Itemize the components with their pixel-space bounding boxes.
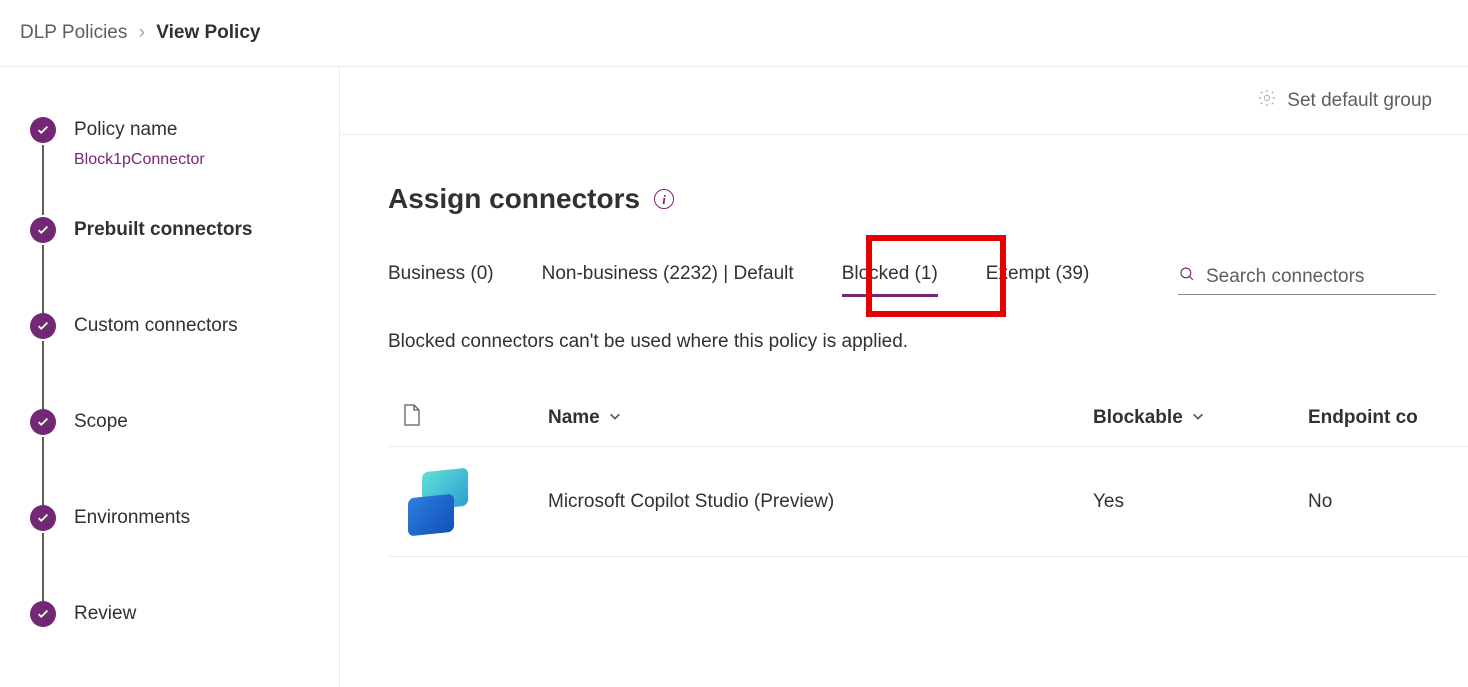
- connector-logo: [402, 466, 482, 538]
- step-sublabel: Block1pConnector: [74, 151, 339, 169]
- breadcrumb-parent-link[interactable]: DLP Policies: [20, 22, 127, 43]
- chevron-right-icon: ›: [139, 22, 145, 43]
- info-icon[interactable]: i: [654, 189, 674, 209]
- search-connectors-field[interactable]: [1178, 265, 1436, 295]
- breadcrumb-current: View Policy: [156, 22, 260, 43]
- search-input[interactable]: [1206, 266, 1451, 288]
- check-icon: [30, 313, 56, 339]
- main-content: Set default group Assign connectors i Bu…: [340, 67, 1468, 687]
- breadcrumb: DLP Policies › View Policy: [0, 0, 1468, 67]
- chevron-down-icon: [608, 407, 622, 429]
- step-connector: [42, 145, 44, 215]
- tab[interactable]: Business (0): [388, 263, 494, 297]
- check-icon: [30, 409, 56, 435]
- check-icon: [30, 601, 56, 627]
- column-header-endpoint[interactable]: Endpoint co: [1308, 407, 1468, 429]
- step-label: Policy name: [74, 117, 339, 143]
- toolbar: Set default group: [340, 67, 1468, 135]
- step-label: Environments: [74, 505, 339, 531]
- search-icon: [1178, 265, 1196, 288]
- document-icon: [402, 414, 422, 431]
- check-icon: [30, 505, 56, 531]
- page-title: Assign connectors i: [388, 183, 1468, 215]
- wizard-step[interactable]: Scope: [30, 409, 339, 457]
- step-connector: [42, 437, 44, 507]
- check-icon: [30, 217, 56, 243]
- step-connector: [42, 533, 44, 603]
- step-label: Scope: [74, 409, 339, 435]
- check-icon: [30, 117, 56, 143]
- tab[interactable]: Non-business (2232) | Default: [542, 263, 794, 297]
- tab[interactable]: Blocked (1): [842, 263, 938, 297]
- tab[interactable]: Exempt (39): [986, 263, 1089, 297]
- wizard-steps-sidebar: Policy name Block1pConnector Prebuilt conn…: [0, 67, 340, 687]
- cell-endpoint: No: [1308, 491, 1468, 513]
- tabs-row: Business (0) Non-business (2232) | Defaul…: [388, 263, 1468, 297]
- cell-name: Microsoft Copilot Studio (Preview): [548, 491, 1093, 513]
- column-header-name[interactable]: Name: [548, 407, 1093, 429]
- set-default-group-label: Set default group: [1287, 90, 1432, 112]
- step-label: Review: [74, 601, 339, 627]
- wizard-step[interactable]: Policy name Block1pConnector: [30, 117, 339, 169]
- step-label: Prebuilt connectors: [74, 217, 339, 243]
- wizard-step[interactable]: Environments: [30, 505, 339, 553]
- connectors-table: Name Blockable Endpoint co Microsoft Cop…: [388, 389, 1468, 557]
- tab-description: Blocked connectors can't be used where t…: [388, 331, 1468, 353]
- chevron-down-icon: [1191, 407, 1205, 429]
- table-row[interactable]: Microsoft Copilot Studio (Preview)YesNo: [388, 447, 1468, 557]
- wizard-step[interactable]: Custom connectors: [30, 313, 339, 361]
- wizard-step[interactable]: Review: [30, 601, 339, 649]
- column-header-blockable[interactable]: Blockable: [1093, 407, 1308, 429]
- wizard-step[interactable]: Prebuilt connectors: [30, 217, 339, 265]
- step-connector: [42, 245, 44, 315]
- set-default-group-button[interactable]: Set default group: [1257, 88, 1432, 114]
- cell-blockable: Yes: [1093, 491, 1308, 513]
- gear-icon: [1257, 88, 1277, 114]
- table-header-row: Name Blockable Endpoint co: [388, 389, 1468, 447]
- step-label: Custom connectors: [74, 313, 339, 339]
- step-connector: [42, 341, 44, 411]
